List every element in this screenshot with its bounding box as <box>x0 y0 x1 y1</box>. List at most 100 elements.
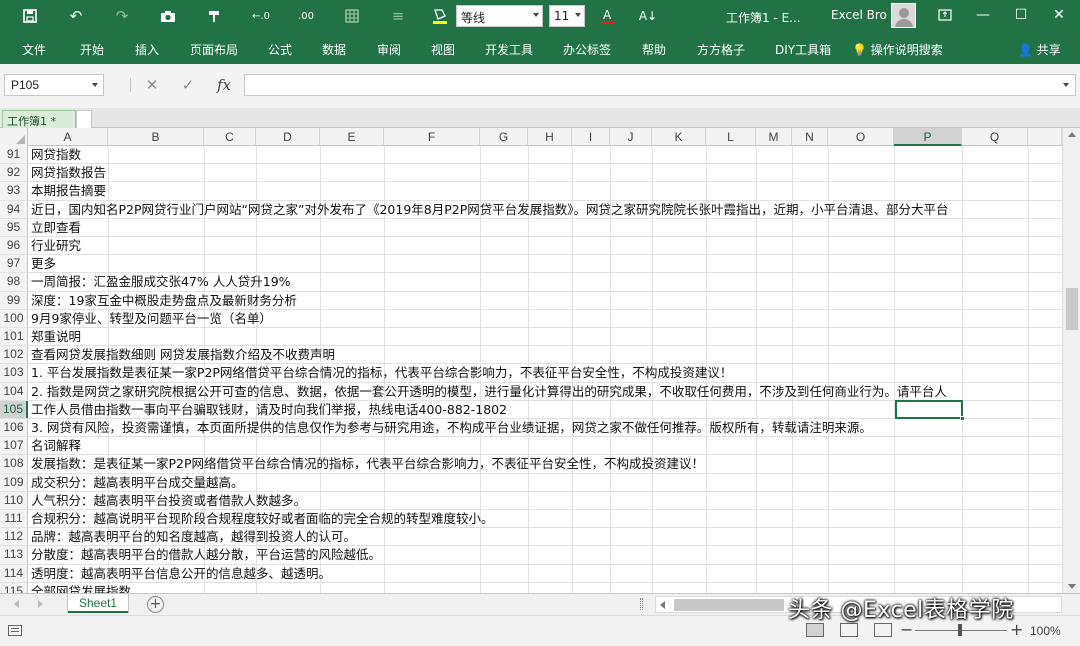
tab-page-layout[interactable]: 页面布局 <box>190 41 238 58</box>
column-header-selected[interactable]: P <box>894 128 962 146</box>
add-sheet-icon[interactable]: + <box>147 596 164 613</box>
column-header[interactable]: B <box>108 128 204 146</box>
page-layout-view-icon[interactable] <box>840 623 858 637</box>
spreadsheet-grid[interactable]: A B C D E F G H I J K L M N O P Q 91 网贷指… <box>0 128 1062 593</box>
tab-diy-toolbox[interactable]: DIY工具箱 <box>775 41 831 58</box>
workbook-tab[interactable]: 工作簿1 * <box>2 110 76 128</box>
name-box[interactable]: P105 <box>4 74 104 96</box>
tab-data[interactable]: 数据 <box>322 41 346 58</box>
row-header[interactable]: 91 <box>0 146 28 164</box>
undo-icon[interactable]: ↶ <box>64 5 88 27</box>
table-row[interactable]: 111 合规积分：越高说明平台现阶段合规程度较好或者面临的完全合规的转型难度较小。 <box>0 510 1062 529</box>
format-painter-icon[interactable] <box>202 5 226 27</box>
font-color-icon[interactable]: A <box>596 5 620 27</box>
column-header[interactable]: C <box>204 128 256 146</box>
scroll-down-icon[interactable] <box>1068 584 1076 589</box>
row-header[interactable]: 93 <box>0 182 28 200</box>
formula-input[interactable] <box>244 74 1076 96</box>
enter-icon[interactable]: ✓ <box>174 74 202 96</box>
save-icon[interactable] <box>18 5 42 27</box>
share-button[interactable]: 👤 共享 <box>1018 41 1061 58</box>
tab-file[interactable]: 文件 <box>22 41 46 58</box>
table-row[interactable]: 91 网贷指数 <box>0 146 1062 165</box>
column-header[interactable]: L <box>706 128 756 146</box>
column-header[interactable]: D <box>256 128 320 146</box>
cell-a[interactable]: 网贷指数报告 <box>31 164 106 182</box>
borders-icon[interactable] <box>340 5 364 27</box>
sheet-tab[interactable]: Sheet1 <box>68 594 128 613</box>
cell-a[interactable]: 9月9家停业、转型及问题平台一览（名单） <box>31 310 272 328</box>
cell-a[interactable]: 查看网贷发展指数细则 网贷发展指数介绍及不收费声明 <box>31 346 335 364</box>
table-row[interactable]: 109 成交积分：越高表明平台成交量越高。 <box>0 473 1062 492</box>
cell-a[interactable]: 成交积分：越高表明平台成交量越高。 <box>31 474 244 492</box>
row-header-selected[interactable]: 105 <box>0 400 28 418</box>
column-header[interactable]: M <box>756 128 792 146</box>
cell-a[interactable]: 行业研究 <box>31 237 81 255</box>
tab-formulas[interactable]: 公式 <box>268 41 292 58</box>
cell-a[interactable]: 本期报告摘要 <box>31 182 106 200</box>
next-sheet-icon[interactable] <box>38 600 43 608</box>
table-row[interactable]: 96 行业研究 <box>0 237 1062 256</box>
tab-developer[interactable]: 开发工具 <box>485 41 533 58</box>
table-row[interactable]: 101 郑重说明 <box>0 328 1062 347</box>
cell-a[interactable]: 人气积分：越高表明平台投资或者借款人数越多。 <box>31 492 306 510</box>
cell-a[interactable]: 品牌：越高表明平台的知名度越高，越得到投资人的认可。 <box>31 528 356 546</box>
vertical-scrollbar[interactable] <box>1062 128 1080 593</box>
row-header[interactable]: 111 <box>0 510 28 528</box>
expand-formula-icon[interactable] <box>1063 83 1069 87</box>
tab-help[interactable]: 帮助 <box>642 41 666 58</box>
column-header[interactable]: A <box>28 128 108 146</box>
cell-a[interactable]: 2. 指数是网贷之家研究院根据公开可查的信息、数据，依据一套公开透明的模型，进行… <box>31 383 947 401</box>
column-header[interactable]: K <box>652 128 706 146</box>
row-header[interactable]: 114 <box>0 564 28 582</box>
cell-a[interactable]: 透明度：越高表明平台信息公开的信息越多、越透明。 <box>31 565 331 583</box>
cell-a[interactable]: 郑重说明 <box>31 328 81 346</box>
font-size-select[interactable]: 11 <box>549 5 585 27</box>
scroll-thumb[interactable] <box>674 599 784 611</box>
cell-a[interactable]: 1. 平台发展指数是表征某一家P2P网络借贷平台综合情况的指标，代表平台综合影响… <box>31 364 732 382</box>
minimize-icon[interactable]: — <box>964 0 1002 30</box>
sort-icon[interactable]: A↓ <box>636 5 660 27</box>
normal-view-icon[interactable] <box>806 623 824 637</box>
cancel-icon[interactable]: ✕ <box>138 74 166 96</box>
fill-handle[interactable] <box>960 416 965 421</box>
fill-color-icon[interactable] <box>428 5 452 27</box>
tab-fangfang-gezi[interactable]: 方方格子 <box>697 41 745 58</box>
table-row[interactable]: 97 更多 <box>0 255 1062 274</box>
table-row[interactable]: 94 近日，国内知名P2P网贷行业门户网站“网贷之家”对外发布了《2019年8月P… <box>0 200 1062 219</box>
cell-a[interactable]: 3. 网贷有风险，投资需谨慎，本页面所提供的信息仅作为参考与研究用途，不构成平台… <box>31 419 872 437</box>
close-icon[interactable]: ✕ <box>1040 0 1078 30</box>
row-header[interactable]: 102 <box>0 346 28 364</box>
maximize-icon[interactable]: ☐ <box>1002 0 1040 30</box>
tab-office-tab[interactable]: 办公标签 <box>563 41 611 58</box>
table-row[interactable]: 92 网贷指数报告 <box>0 164 1062 183</box>
cell-a[interactable]: 更多 <box>31 255 56 273</box>
table-row[interactable]: 100 9月9家停业、转型及问题平台一览（名单） <box>0 309 1062 328</box>
cell-a[interactable]: 网贷指数 <box>31 146 81 164</box>
ribbon-display-options-icon[interactable] <box>926 0 964 30</box>
tab-split-handle[interactable] <box>640 598 643 610</box>
column-header[interactable]: Q <box>962 128 1028 146</box>
column-header[interactable]: N <box>792 128 828 146</box>
cell-a[interactable]: 深度：19家互金中概股走势盘点及最新财务分析 <box>31 292 297 310</box>
row-header[interactable]: 92 <box>0 164 28 182</box>
row-header[interactable]: 101 <box>0 328 28 346</box>
decrease-decimal-icon[interactable]: ←.0 <box>249 5 273 27</box>
row-header[interactable]: 115 <box>0 582 28 593</box>
align-icon[interactable]: ≡ <box>386 5 410 27</box>
row-header[interactable]: 98 <box>0 273 28 291</box>
row-header[interactable]: 110 <box>0 491 28 509</box>
table-row[interactable]: 99 深度：19家互金中概股走势盘点及最新财务分析 <box>0 291 1062 310</box>
table-row[interactable]: 93 本期报告摘要 <box>0 182 1062 201</box>
column-header[interactable]: J <box>610 128 652 146</box>
cell-a[interactable]: 工作人员借由指数一事向平台骗取钱财，请及时向我们举报，热线电话400-882-1… <box>31 401 507 419</box>
macro-record-icon[interactable] <box>8 625 22 636</box>
camera-icon[interactable] <box>156 5 180 27</box>
row-header[interactable]: 113 <box>0 546 28 564</box>
scroll-up-icon[interactable] <box>1068 132 1076 137</box>
select-all-button[interactable] <box>0 128 28 146</box>
avatar[interactable] <box>891 3 916 28</box>
row-header[interactable]: 112 <box>0 528 28 546</box>
table-row[interactable]: 95 立即查看 <box>0 218 1062 237</box>
column-header[interactable] <box>1028 128 1062 146</box>
